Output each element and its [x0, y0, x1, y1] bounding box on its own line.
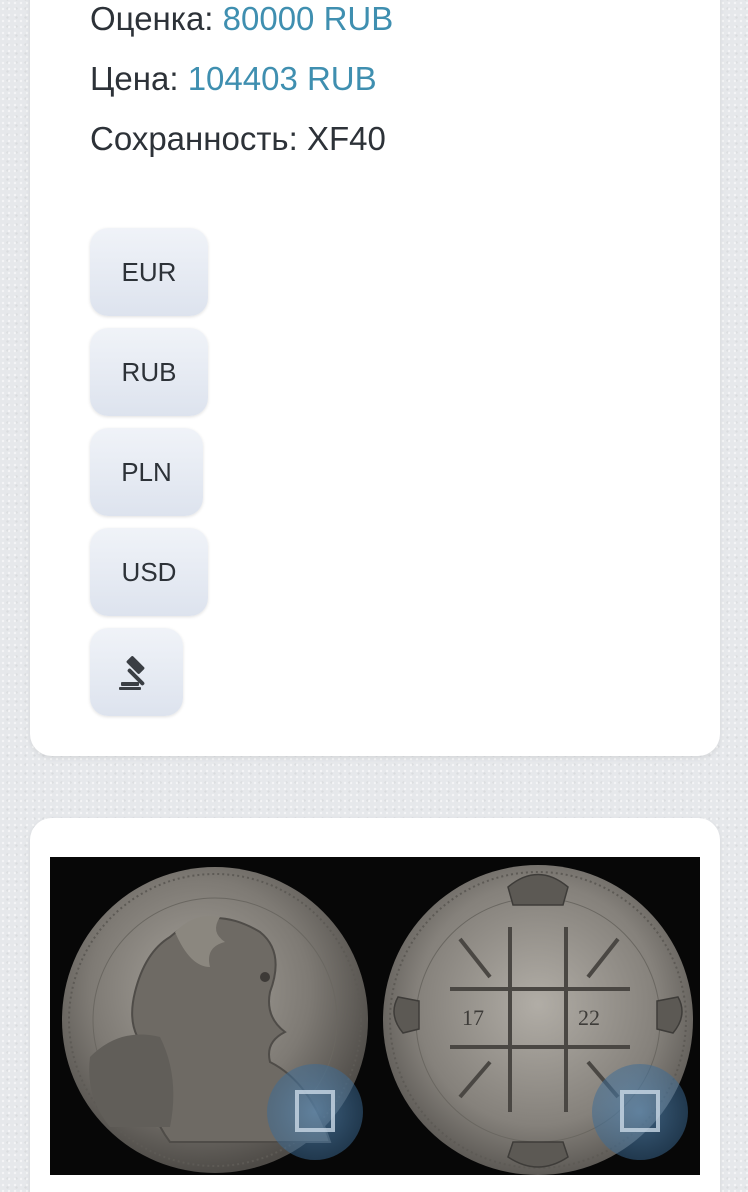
grade-value: XF40: [306, 120, 386, 157]
currency-button-usd[interactable]: USD: [90, 528, 208, 616]
grade-label: Сохранность:: [90, 120, 298, 157]
price-value: 104403 RUB: [187, 60, 377, 97]
coin-photo[interactable]: 17 22: [50, 857, 700, 1175]
gavel-icon: [118, 656, 144, 690]
currency-button-pln[interactable]: PLN: [90, 428, 203, 516]
currency-button-eur[interactable]: EUR: [90, 228, 208, 316]
year-right: 22: [578, 1005, 600, 1030]
lot-info-card: Оценка: 80000 RUB Цена: 104403 RUB Сохра…: [30, 0, 720, 756]
price-row: Цена: 104403 RUB: [90, 60, 377, 98]
year-left: 17: [462, 1005, 484, 1030]
grade-row: Сохранность: XF40: [90, 120, 386, 158]
estimate-label: Оценка:: [90, 0, 214, 37]
estimate-row: Оценка: 80000 RUB: [90, 0, 393, 38]
estimate-value: 80000 RUB: [222, 0, 394, 37]
coin-card: 17 22: [30, 818, 720, 1192]
currency-button-rub[interactable]: RUB: [90, 328, 208, 416]
auction-button[interactable]: [90, 628, 183, 716]
coin-image: 17 22: [62, 865, 693, 1175]
price-label: Цена:: [90, 60, 179, 97]
